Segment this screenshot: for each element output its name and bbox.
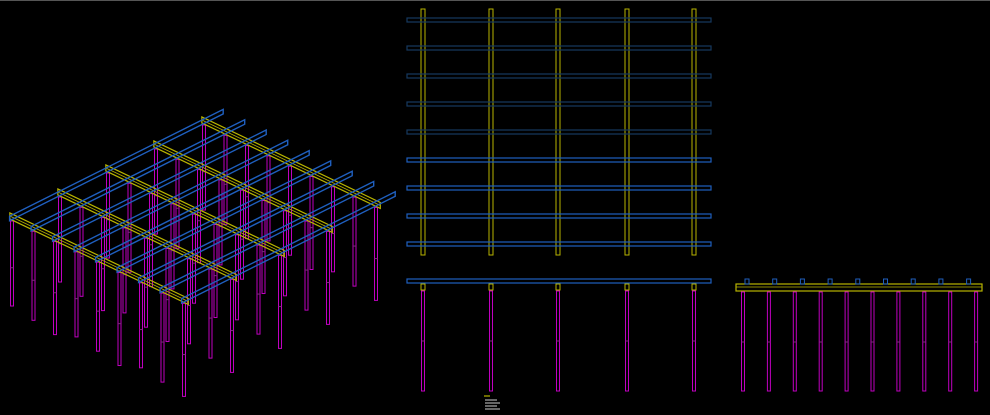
side-beam-section (910, 278, 916, 285)
iso-pile (223, 134, 228, 225)
iso-pile (256, 244, 261, 335)
side-beam-section (744, 278, 750, 285)
side-beam-section (772, 278, 778, 285)
iso-pile (374, 206, 378, 301)
side-joist (735, 283, 983, 292)
side-beam-section (799, 278, 805, 285)
iso-pile (326, 230, 330, 325)
isometric-view (8, 108, 396, 397)
cad-drawing-canvas[interactable] (0, 0, 990, 415)
iso-pile (144, 237, 148, 328)
front-joist-end (691, 283, 697, 291)
iso-pile (230, 278, 234, 373)
plan-beam (406, 129, 712, 135)
cad-model-space[interactable] (0, 1, 990, 415)
iso-pile (352, 196, 357, 287)
plan-beam (406, 213, 712, 219)
iso-pile (278, 254, 282, 349)
iso-pile (192, 213, 196, 304)
plan-beam (406, 17, 712, 23)
iso-pile (117, 272, 122, 366)
front-joist-end (420, 283, 426, 291)
side-beam-section (938, 278, 944, 285)
iso-pile (182, 302, 186, 397)
side-beam-section (855, 278, 861, 285)
plan-beam (406, 73, 712, 79)
front-joist-end (488, 283, 494, 291)
iso-pile (240, 189, 244, 280)
plan-beam (406, 101, 712, 107)
front-joist-end (624, 283, 630, 291)
side-beam-section (883, 278, 888, 285)
front-elevation-view (406, 278, 712, 392)
plan-beam (406, 45, 712, 51)
front-joist-end (555, 283, 561, 291)
legend-note (484, 395, 500, 410)
plan-beam (406, 185, 712, 191)
iso-pile (10, 220, 14, 307)
iso-pile (160, 292, 165, 383)
plan-beam (406, 157, 712, 163)
plan-view (406, 8, 712, 256)
side-beam-section (827, 278, 833, 285)
side-beam-section (966, 278, 972, 285)
iso-pile (175, 158, 180, 249)
iso-pile (288, 165, 292, 256)
plan-beam (406, 241, 712, 247)
iso-pile (96, 261, 100, 352)
iso-pile (53, 241, 57, 336)
front-beam (406, 278, 712, 284)
iso-pile (74, 251, 79, 338)
iso-pile (304, 220, 309, 311)
iso-pile (127, 182, 132, 273)
iso-pile (139, 282, 143, 369)
iso-pile (31, 230, 36, 321)
side-elevation-view (735, 278, 983, 392)
iso-pile (208, 268, 213, 359)
iso-pile (79, 206, 84, 297)
